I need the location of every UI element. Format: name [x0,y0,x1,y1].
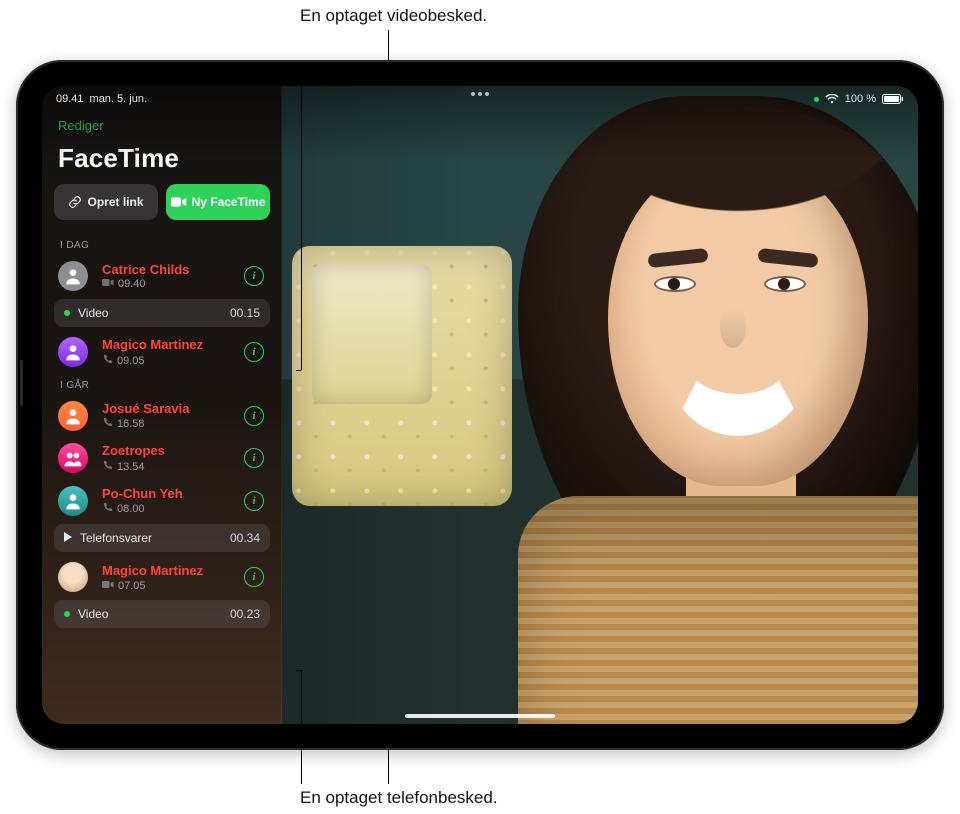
video-message-label: Video [78,306,108,320]
avatar [58,261,88,291]
section-header-today: I DAG [54,234,270,255]
call-name: Magico Martinez [102,563,236,579]
phone-missed-icon [102,502,113,516]
info-button[interactable]: i [244,491,264,511]
video-message-row[interactable]: Video 00.15 [54,299,270,327]
callout-bottom-connector [301,670,302,784]
info-button[interactable]: i [244,448,264,468]
create-link-label: Opret link [87,195,143,209]
multitasking-dots[interactable] [471,92,489,96]
video-missed-icon [102,278,114,290]
callout-top-connector [301,72,302,370]
avatar [58,486,88,516]
voicemail-duration: 00.34 [230,531,260,545]
call-time: 09.40 [118,278,146,290]
video-message-duration: 00.15 [230,306,260,320]
video-message-row[interactable]: Video 00.23 [54,600,270,628]
armchair-illustration [292,246,512,506]
facetime-sidebar: Rediger FaceTime Opret link [42,86,282,724]
status-date: man. 5. jun. [90,93,147,105]
camera-active-dot [814,97,819,102]
app-title: FaceTime [54,143,270,184]
new-facetime-button[interactable]: Ny FaceTime [166,184,270,220]
device-side-button [20,360,23,406]
battery-icon [882,94,904,104]
play-icon [64,531,72,545]
callout-bottom-line-v [388,748,389,784]
home-indicator[interactable] [405,714,555,718]
call-name: Catrice Childs [102,262,236,278]
ipad-frame: 09.41 man. 5. jun. 100 % [16,60,944,750]
status-bar: 09.41 man. 5. jun. 100 % [42,86,918,108]
avatar [58,401,88,431]
link-icon [68,195,82,209]
video-missed-icon [102,580,114,592]
figure: En optaget videobesked. En optaget telef… [0,0,960,814]
voicemail-label: Telefonsvarer [80,531,152,545]
callout-bottom: En optaget telefonbesked. [300,788,498,808]
camera-preview [282,86,918,724]
call-item[interactable]: Magico Martinez 09.05 i [54,331,270,374]
phone-missed-icon [102,460,113,474]
avatar [58,443,88,473]
info-button[interactable]: i [244,266,264,286]
avatar [58,337,88,367]
video-message-label: Video [78,607,108,621]
video-message-duration: 00.23 [230,607,260,621]
avatar [58,562,88,592]
phone-missed-icon [102,417,113,431]
section-header-yesterday: I GÅR [54,374,270,395]
battery-percent: 100 % [845,93,876,105]
info-button[interactable]: i [244,567,264,587]
screen: 09.41 man. 5. jun. 100 % [42,86,918,724]
wifi-icon [825,94,839,104]
video-icon [171,196,187,208]
unread-dot-icon [64,611,70,617]
unread-dot-icon [64,310,70,316]
call-name: Josué Saravia [102,401,236,417]
call-item[interactable]: Zoetropes 13.54 i [54,437,270,480]
info-button[interactable]: i [244,406,264,426]
phone-missed-icon [102,354,113,368]
call-time: 16.58 [117,418,145,430]
call-item[interactable]: Josué Saravia 16.58 i [54,395,270,438]
call-item[interactable]: Magico Martinez 07.05 i [54,556,270,598]
call-time: 09.05 [117,355,145,367]
callout-top: En optaget videobesked. [300,6,487,26]
call-item[interactable]: Catrice Childs 09.40 i [54,255,270,297]
call-time: 08.00 [117,503,145,515]
edit-button[interactable]: Rediger [54,114,108,143]
call-time: 13.54 [117,461,145,473]
create-link-button[interactable]: Opret link [54,184,158,220]
voicemail-message-row[interactable]: Telefonsvarer 00.34 [54,524,270,552]
info-button[interactable]: i [244,342,264,362]
call-name: Zoetropes [102,443,236,459]
call-time: 07.05 [118,580,146,592]
call-item[interactable]: Po-Chun Yeh 08.00 i [54,480,270,523]
status-time: 09.41 [56,93,84,105]
call-name: Po-Chun Yeh [102,486,236,502]
call-name: Magico Martinez [102,337,236,353]
new-facetime-label: Ny FaceTime [192,195,266,209]
